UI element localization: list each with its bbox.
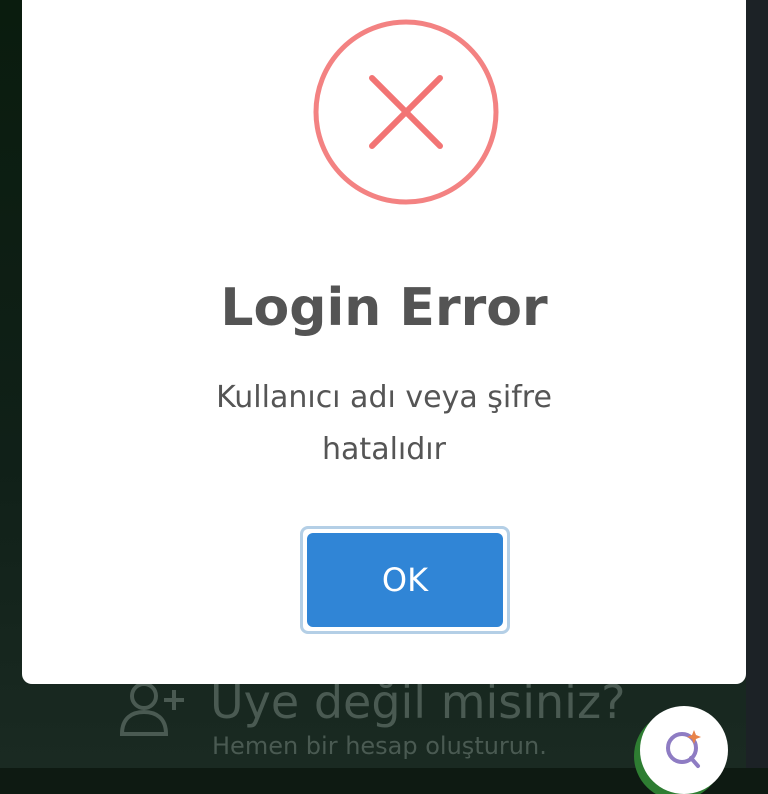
error-x-icon: [312, 18, 500, 206]
error-dialog: Login Error Kullanıcı adı veya şifre hat…: [22, 0, 746, 684]
screen-edge: [746, 0, 768, 768]
dialog-title: Login Error: [220, 278, 548, 338]
ok-button-focus-ring: OK: [300, 526, 510, 634]
dialog-message: Kullanıcı adı veya şifre hatalıdır: [216, 380, 552, 467]
add-user-icon: [118, 680, 190, 736]
signup-prompt[interactable]: Üye değil misiniz? Hemen bir hesap oluşt…: [118, 672, 678, 768]
signup-subtitle: Hemen bir hesap oluşturun.: [212, 732, 547, 760]
assistant-fab-button[interactable]: [640, 706, 728, 794]
ok-button[interactable]: OK: [307, 533, 503, 627]
